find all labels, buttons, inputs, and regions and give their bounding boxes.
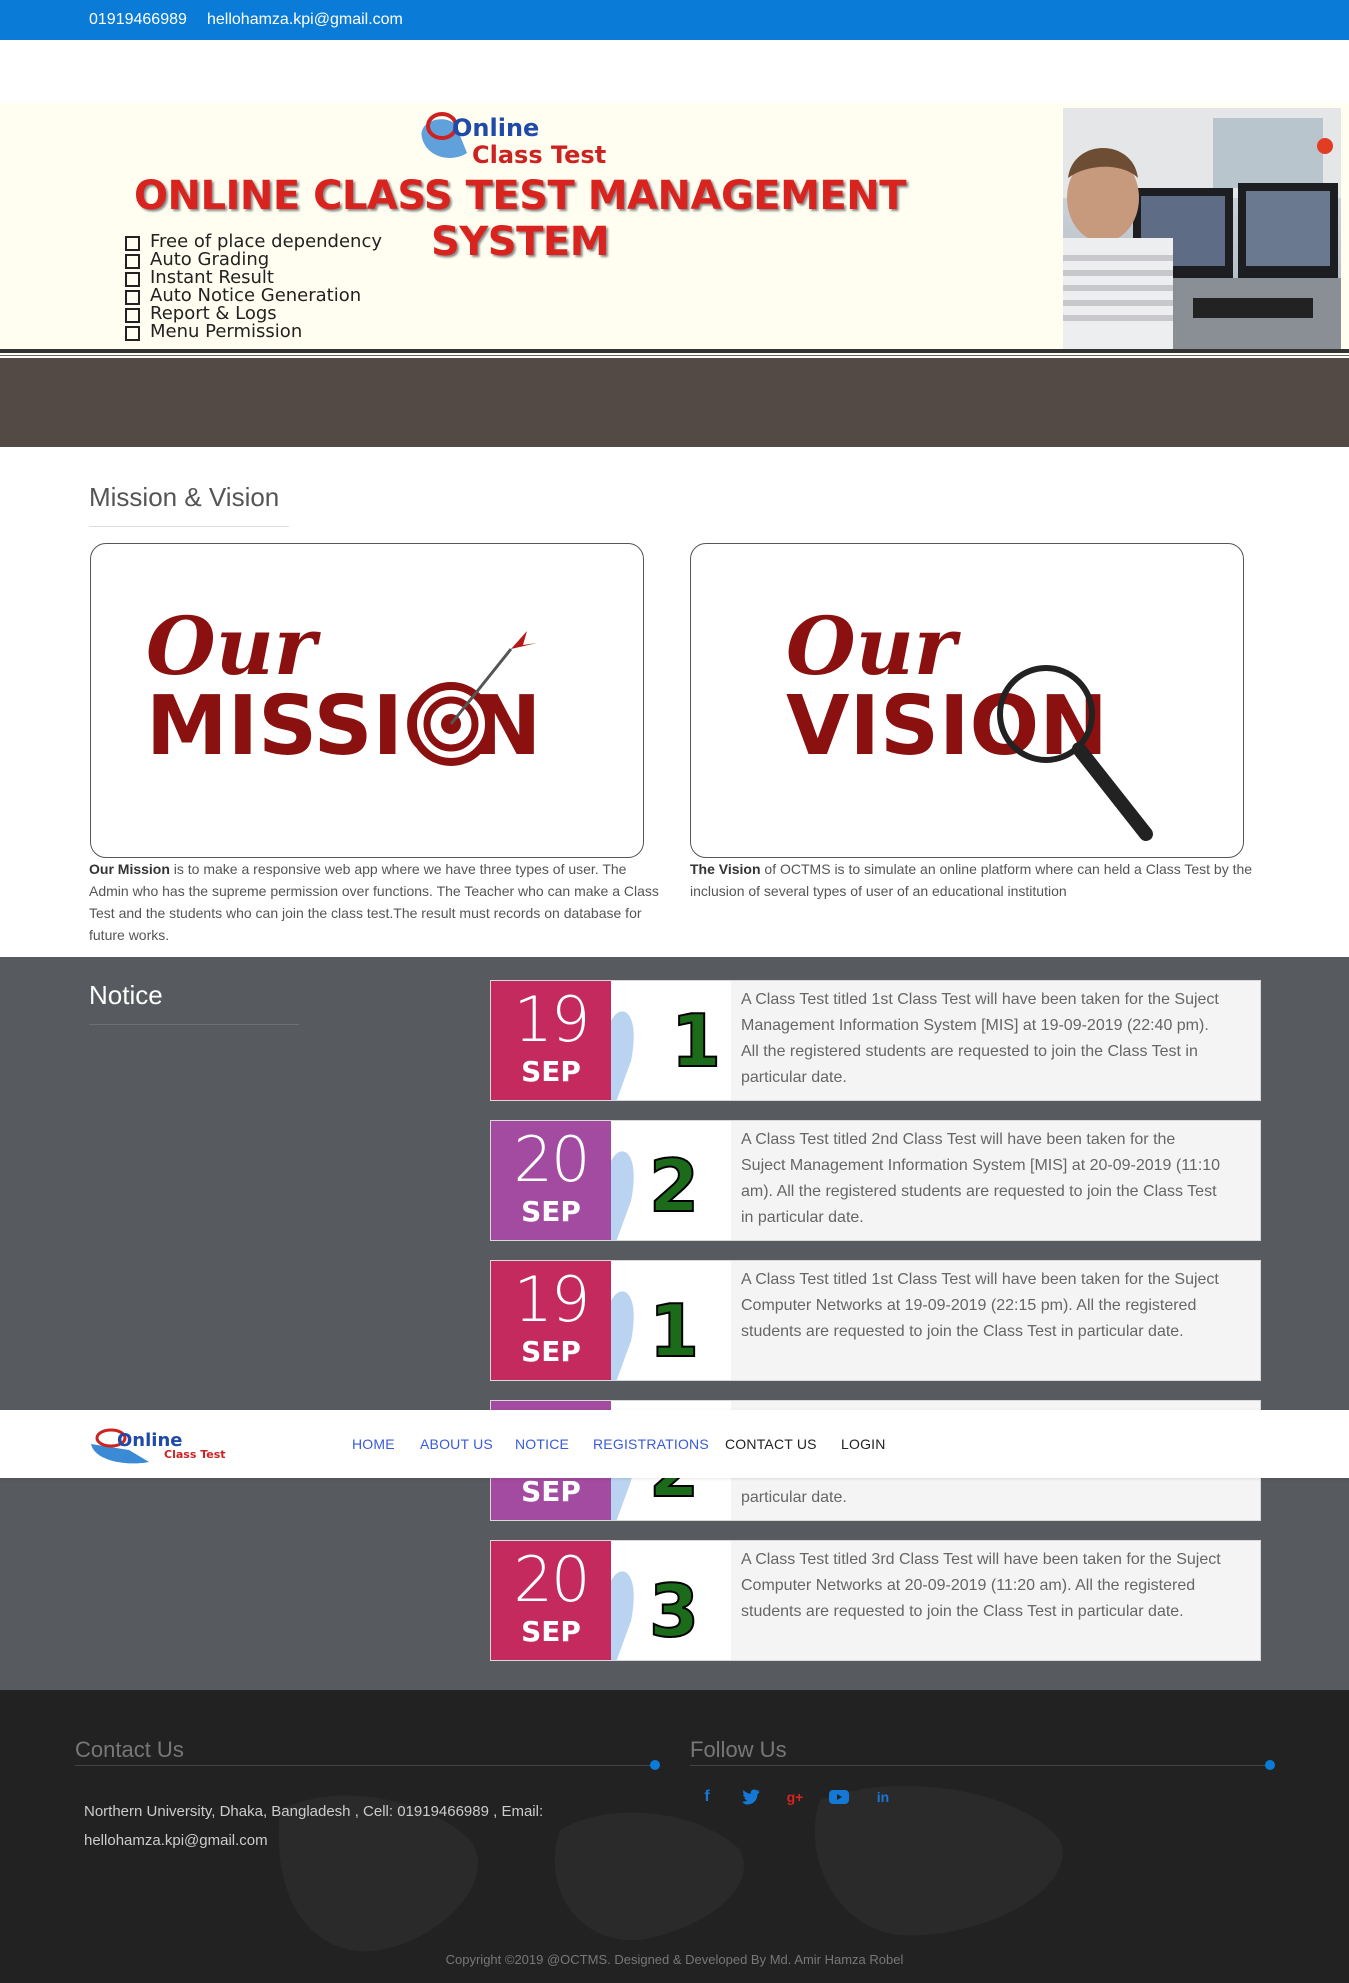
notice-thumbnail: 2 — [611, 1121, 731, 1240]
contact-address: Northern University, Dhaka, Bangladesh ,… — [84, 1803, 544, 1849]
banner-divider — [0, 355, 1349, 356]
vision-text: The Vision of OCTMS is to simulate an on… — [690, 858, 1260, 902]
notice-day: 19 — [513, 1263, 591, 1336]
youtube-icon[interactable] — [827, 1785, 851, 1809]
notice-thumb-number: 3 — [649, 1569, 699, 1653]
notice-thumbnail: 3 — [611, 1541, 731, 1660]
facebook-icon[interactable]: f — [695, 1785, 719, 1809]
notice-text: A Class Test titled 3rd Class Test will … — [741, 1551, 1221, 1620]
banner-title-line1: ONLINE CLASS TEST MANAGEMENT — [134, 173, 907, 219]
notice-card[interactable]: 20 SEP 3 A Class Test titled 3rd Class T… — [490, 1540, 1261, 1661]
notice-month: SEP — [521, 1615, 581, 1648]
mission-vision-title: Mission & Vision — [89, 482, 280, 512]
contact-us-title: Contact Us — [75, 1737, 184, 1762]
notice-date-badge: 19 SEP — [491, 981, 611, 1100]
notice-text: particular date. — [741, 1489, 847, 1506]
notice-month: SEP — [521, 1055, 581, 1088]
footer-divider-dot — [650, 1760, 660, 1770]
vision-lead: The Vision — [690, 861, 761, 877]
nav-notice[interactable]: NOTICE — [515, 1436, 569, 1452]
follow-us-title: Follow Us — [690, 1737, 787, 1762]
notice-date-badge: 20 SEP — [491, 1541, 611, 1660]
notice-date-badge: 20 SEP — [491, 1121, 611, 1240]
nav-about-us[interactable]: ABOUT US — [420, 1436, 493, 1452]
mission-card: Our MISSION — [90, 543, 644, 858]
navbar-logo[interactable]: Online Class Test — [89, 1422, 289, 1468]
section-underline — [89, 1024, 299, 1025]
nav-login[interactable]: LOGIN — [841, 1436, 886, 1452]
vision-body: of OCTMS is to simulate an online platfo… — [690, 861, 1253, 899]
nav-home[interactable]: HOME — [352, 1436, 395, 1452]
section-underline — [89, 526, 289, 527]
notice-date-badge: 19 SEP — [491, 1261, 611, 1380]
student-photo — [1063, 108, 1341, 350]
notice-card[interactable]: 20 SEP 2 A Class Test titled 2nd Class T… — [490, 1120, 1261, 1241]
mission-body: is to make a responsive web app where we… — [89, 861, 659, 943]
notice-thumbnail: 1 — [611, 1261, 731, 1380]
notice-day: 19 — [513, 983, 591, 1056]
notice-thumbnail: 1 — [611, 981, 731, 1100]
notice-month: SEP — [521, 1335, 581, 1368]
navbar-logo-line2: Class Test — [164, 1448, 226, 1461]
main-navbar: Online Class Test HOME ABOUT US NOTICE R… — [0, 1410, 1349, 1478]
notice-title: Notice — [89, 980, 163, 1010]
notice-thumb-number: 2 — [649, 1144, 699, 1228]
footer-divider-dot — [1265, 1760, 1275, 1770]
vision-image: Our VISION — [786, 599, 1153, 841]
footer-divider — [690, 1765, 1270, 1766]
copyright-text: Copyright ©2019 @OCTMS. Designed & Devel… — [445, 1952, 904, 1967]
notice-card[interactable]: 19 SEP 1 A Class Test titled 1st Class T… — [490, 1260, 1261, 1381]
notice-text: A Class Test titled 1st Class Test will … — [741, 1271, 1219, 1340]
notice-text: A Class Test titled 2nd Class Test will … — [741, 1131, 1221, 1226]
hero-banner: Online Class Test ONLINE CLASS TEST MANA… — [0, 103, 1349, 356]
google-plus-icon[interactable]: g+ — [783, 1785, 807, 1809]
mission-text: Our Mission is to make a responsive web … — [89, 858, 659, 946]
mission-lead: Our Mission — [89, 861, 170, 877]
nav-registrations[interactable]: REGISTRATIONS — [593, 1436, 709, 1452]
notice-month: SEP — [521, 1475, 581, 1508]
banner-footer-bar — [0, 358, 1349, 447]
feature-item: Menu Permission — [122, 323, 382, 341]
notice-month: SEP — [521, 1195, 581, 1228]
notice-day: 20 — [513, 1123, 591, 1196]
banner-logo: Online Class Test — [421, 112, 606, 168]
banner-logo-line2: Class Test — [472, 141, 606, 168]
banner-logo-line1: Online — [452, 114, 539, 142]
linkedin-icon[interactable]: in — [871, 1785, 895, 1809]
mission-image: Our MISSION — [146, 599, 541, 774]
topbar-phone[interactable]: 01919466989 — [89, 11, 187, 29]
vision-card: Our VISION — [690, 543, 1244, 858]
notice-card[interactable]: 19 SEP 1 A Class Test titled 1st Class T… — [490, 980, 1261, 1101]
notice-text: A Class Test titled 1st Class Test will … — [741, 991, 1219, 1086]
topbar-email[interactable]: hellohamza.kpi@gmail.com — [207, 11, 403, 29]
twitter-icon[interactable] — [739, 1785, 763, 1809]
top-contact-bar: 01919466989 hellohamza.kpi@gmail.com — [0, 0, 1349, 40]
notice-day: 20 — [513, 1543, 591, 1616]
footer-divider — [75, 1765, 655, 1766]
nav-contact-us[interactable]: CONTACT US — [725, 1436, 817, 1452]
banner-divider — [0, 349, 1349, 353]
notice-thumb-number: 1 — [649, 1289, 699, 1373]
feature-list: Free of place dependency Auto Grading In… — [122, 233, 382, 341]
notice-thumb-number: 1 — [671, 999, 721, 1083]
